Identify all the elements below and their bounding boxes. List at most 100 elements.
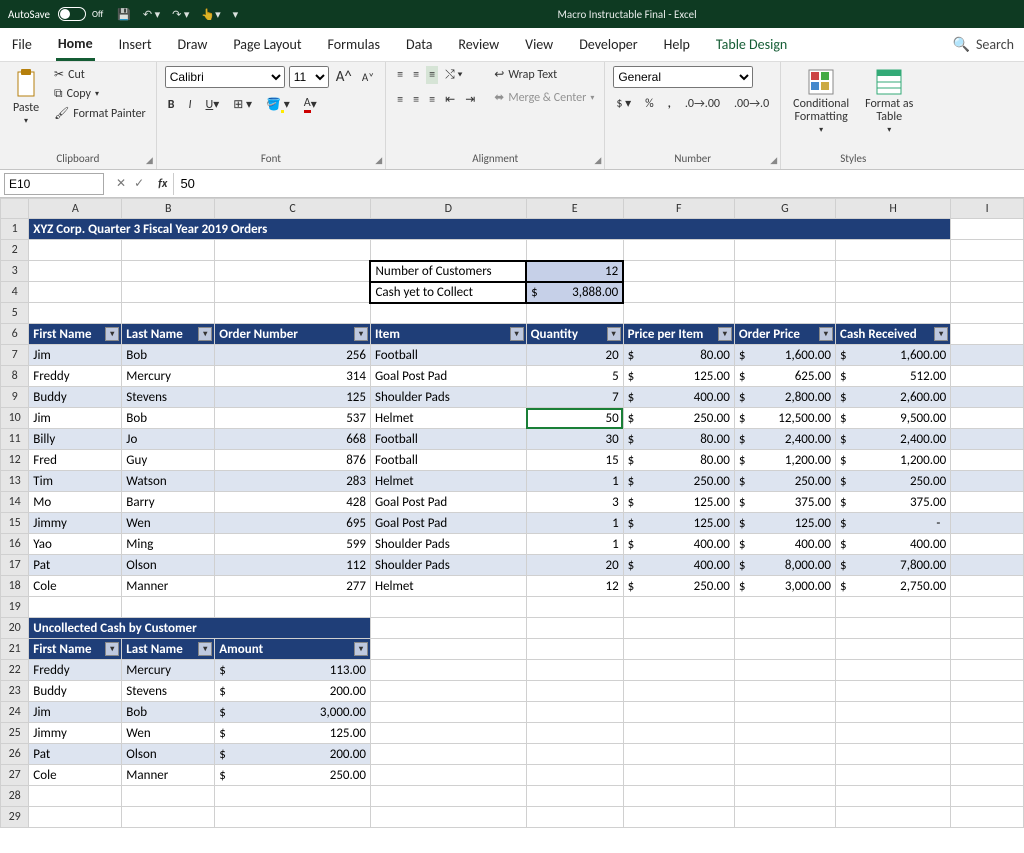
cell[interactable]: Olson: [122, 744, 215, 765]
worksheet-grid[interactable]: A B C D E F G H I 1XYZ Corp. Quarter 3 F…: [0, 198, 1024, 853]
cell[interactable]: [734, 240, 835, 261]
row-header[interactable]: 13: [1, 471, 29, 492]
col-header[interactable]: A: [29, 199, 122, 219]
cancel-icon[interactable]: ✕: [116, 176, 126, 191]
dialog-launcher-icon[interactable]: ◢: [594, 155, 601, 166]
search-box[interactable]: 🔍 Search: [953, 36, 1015, 53]
cell[interactable]: [835, 618, 950, 639]
cell[interactable]: [951, 261, 1024, 282]
touch-mode-icon[interactable]: 👆▾: [201, 8, 220, 21]
cell[interactable]: [951, 534, 1024, 555]
autosave-toggle[interactable]: AutoSave Off: [8, 7, 103, 21]
section-title[interactable]: Uncollected Cash by Customer: [29, 618, 371, 639]
cell[interactable]: $80.00: [623, 429, 734, 450]
cell[interactable]: 668: [215, 429, 371, 450]
filter-dropdown-icon[interactable]: ▾: [718, 327, 732, 341]
font-size-select[interactable]: 11: [289, 66, 329, 88]
cell[interactable]: Jo: [122, 429, 215, 450]
cell[interactable]: [122, 807, 215, 828]
tab-view[interactable]: View: [523, 30, 555, 59]
cell[interactable]: [951, 387, 1024, 408]
cell[interactable]: Stevens: [122, 387, 215, 408]
increase-indent-icon[interactable]: ⇥: [462, 90, 478, 109]
col-header[interactable]: D: [370, 199, 526, 219]
cell[interactable]: [623, 639, 734, 660]
cell[interactable]: [526, 618, 623, 639]
cell[interactable]: [29, 597, 122, 618]
cell[interactable]: [623, 261, 734, 282]
undo-icon[interactable]: ↶ ▾: [143, 8, 160, 21]
row-header[interactable]: 15: [1, 513, 29, 534]
row-header[interactable]: 9: [1, 387, 29, 408]
wrap-text-button[interactable]: ↩Wrap Text: [492, 66, 596, 83]
orientation-icon[interactable]: ⤭ ▾: [442, 66, 465, 84]
format-as-table-button[interactable]: Format as Table▾: [861, 66, 917, 137]
cell[interactable]: 428: [215, 492, 371, 513]
conditional-formatting-button[interactable]: Conditional Formatting▾: [789, 66, 853, 137]
cell[interactable]: [526, 744, 623, 765]
cell[interactable]: [623, 702, 734, 723]
cell[interactable]: [951, 324, 1024, 345]
merge-center-button[interactable]: ⬌Merge & Center ▾: [492, 89, 596, 106]
title-cell[interactable]: XYZ Corp. Quarter 3 Fiscal Year 2019 Ord…: [29, 219, 951, 240]
cell[interactable]: [734, 765, 835, 786]
tab-data[interactable]: Data: [404, 30, 434, 59]
accounting-format-button[interactable]: $ ▾: [613, 94, 634, 113]
cell[interactable]: [370, 786, 526, 807]
cell[interactable]: [951, 219, 1024, 240]
row-header[interactable]: 18: [1, 576, 29, 597]
cell[interactable]: [122, 303, 215, 324]
cell[interactable]: [734, 807, 835, 828]
percent-format-button[interactable]: %: [642, 95, 657, 113]
row-header[interactable]: 14: [1, 492, 29, 513]
cell[interactable]: [951, 282, 1024, 303]
row-header[interactable]: 20: [1, 618, 29, 639]
table-header[interactable]: Last Name▾: [122, 639, 215, 660]
formula-input[interactable]: [173, 173, 1024, 195]
cell[interactable]: [526, 639, 623, 660]
cell[interactable]: [951, 681, 1024, 702]
cell[interactable]: Manner: [122, 765, 215, 786]
cell[interactable]: 695: [215, 513, 371, 534]
cut-button[interactable]: ✂Cut: [52, 66, 148, 83]
cell[interactable]: 15: [526, 450, 623, 471]
cell[interactable]: [29, 786, 122, 807]
table-header[interactable]: Order Number▾: [215, 324, 371, 345]
cell[interactable]: [951, 303, 1024, 324]
cell[interactable]: Shoulder Pads: [370, 534, 526, 555]
col-header[interactable]: G: [734, 199, 835, 219]
tab-formulas[interactable]: Formulas: [326, 30, 382, 59]
cell[interactable]: 537: [215, 408, 371, 429]
cell[interactable]: [835, 282, 950, 303]
cell[interactable]: Pat: [29, 555, 122, 576]
cell[interactable]: [526, 681, 623, 702]
row-header[interactable]: 16: [1, 534, 29, 555]
cell[interactable]: Billy: [29, 429, 122, 450]
cell[interactable]: [835, 702, 950, 723]
cell[interactable]: Cole: [29, 765, 122, 786]
cell[interactable]: $2,400.00: [734, 429, 835, 450]
cell[interactable]: [951, 366, 1024, 387]
cell[interactable]: $400.00: [835, 534, 950, 555]
cell[interactable]: $125.00: [623, 492, 734, 513]
cell[interactable]: [835, 303, 950, 324]
tab-file[interactable]: File: [10, 30, 34, 59]
cell[interactable]: $375.00: [835, 492, 950, 513]
cell[interactable]: [215, 597, 371, 618]
align-bottom-icon[interactable]: ≡: [426, 66, 438, 84]
cell[interactable]: [835, 639, 950, 660]
cell[interactable]: [734, 282, 835, 303]
table-header[interactable]: Last Name▾: [122, 324, 215, 345]
cell[interactable]: Bob: [122, 702, 215, 723]
cell[interactable]: $625.00: [734, 366, 835, 387]
cell[interactable]: [835, 765, 950, 786]
filter-dropdown-icon[interactable]: ▾: [934, 327, 948, 341]
cell[interactable]: [951, 660, 1024, 681]
dialog-launcher-icon[interactable]: ◢: [375, 155, 382, 166]
tab-developer[interactable]: Developer: [577, 30, 639, 59]
cell[interactable]: Pat: [29, 744, 122, 765]
cell[interactable]: Freddy: [29, 366, 122, 387]
cell[interactable]: [734, 639, 835, 660]
cell[interactable]: [835, 240, 950, 261]
cell[interactable]: $80.00: [623, 450, 734, 471]
